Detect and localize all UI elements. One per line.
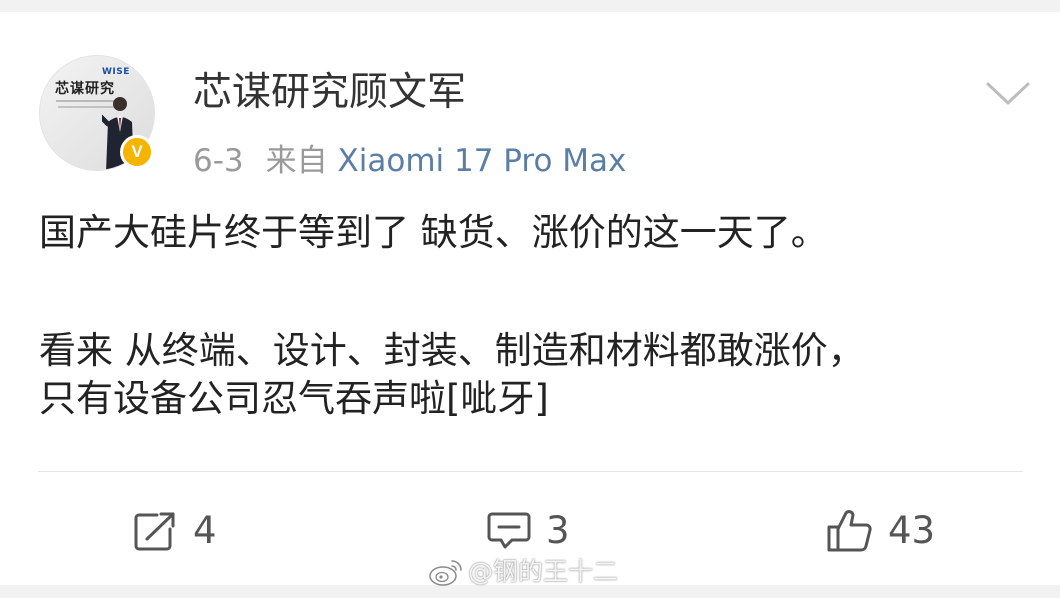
post-date: 6-3 xyxy=(193,143,244,179)
post-text-line: 只有设备公司忍气吞声啦[呲牙] xyxy=(39,377,549,420)
post-text-line: 看来 从终端、设计、封装、制造和材料都敢涨价， xyxy=(39,329,865,372)
post-card: WISE 芯谋研究 V 芯谋研究顾文军 6-3 来自 Xiaomi 17 Pro … xyxy=(0,12,1060,585)
thumbs-up-icon xyxy=(827,510,872,552)
verified-badge-icon: V xyxy=(120,135,154,169)
comment-button[interactable]: 3 xyxy=(486,509,570,553)
avatar-brand-text: WISE xyxy=(102,67,130,77)
post-text-line: 国产大硅片终于等到了 缺货、涨价的这一天了。 xyxy=(39,211,828,254)
repost-button[interactable]: 4 xyxy=(133,509,217,553)
chevron-down-icon[interactable] xyxy=(985,78,1031,108)
divider xyxy=(38,471,1023,472)
post-meta: 6-3 来自 Xiaomi 17 Pro Max xyxy=(193,142,626,180)
like-button[interactable]: 43 xyxy=(826,509,935,553)
post-source-prefix: 来自 xyxy=(265,143,328,179)
like-count: 43 xyxy=(888,509,936,552)
post-content: 国产大硅片终于等到了 缺货、涨价的这一天了。 看来 从终端、设计、封装、制造和材… xyxy=(39,209,1029,423)
comment-count: 3 xyxy=(546,509,570,552)
author-name[interactable]: 芯谋研究顾文军 xyxy=(193,70,466,116)
watermark: @钢的王十二 xyxy=(428,556,618,588)
watermark-text: @钢的王十二 xyxy=(468,557,619,586)
repost-icon xyxy=(134,512,175,551)
weibo-logo-icon xyxy=(429,560,462,586)
comment-icon xyxy=(487,512,531,549)
post-source-device[interactable]: Xiaomi 17 Pro Max xyxy=(338,143,627,179)
repost-count: 4 xyxy=(193,509,217,552)
